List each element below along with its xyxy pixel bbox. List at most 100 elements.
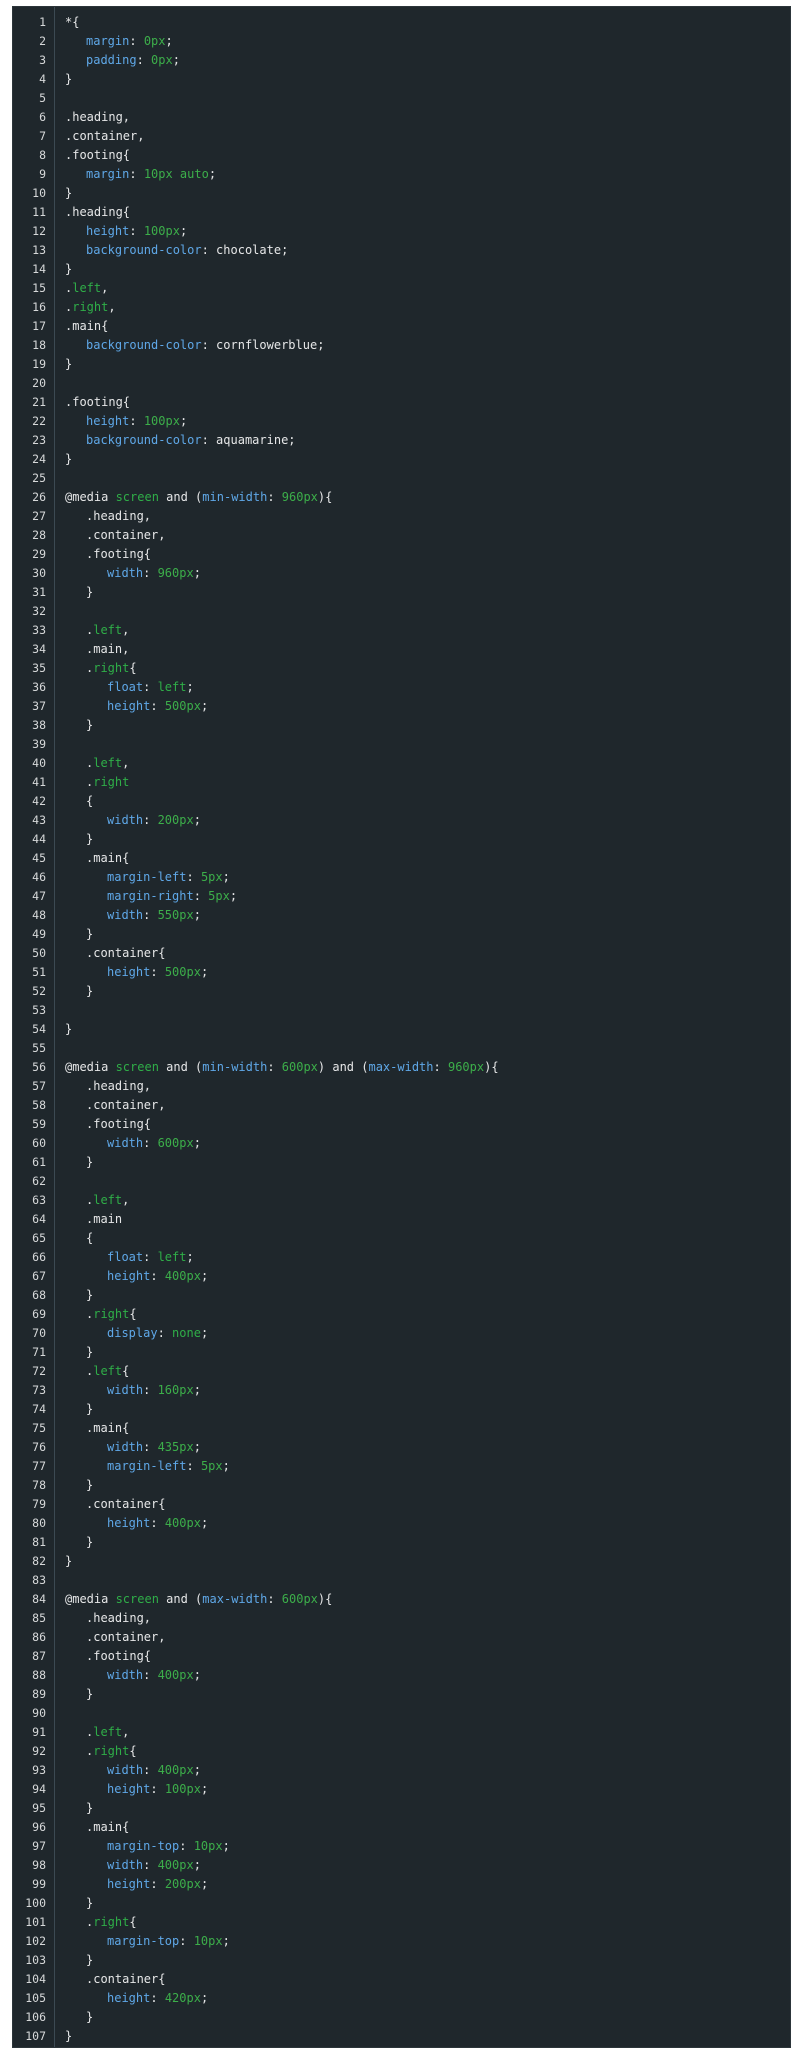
code-line[interactable]: 68}	[13, 1286, 790, 1305]
code-line[interactable]: 27 .heading,	[13, 507, 790, 526]
code-line[interactable]: 20	[13, 374, 790, 393]
code-line[interactable]: 95}	[13, 1799, 790, 1818]
code-line[interactable]: 35 .right{	[13, 659, 790, 678]
code-line[interactable]: 107}	[13, 2027, 790, 2046]
code-line[interactable]: 40 .left,	[13, 754, 790, 773]
code-line[interactable]: 80 height: 400px;	[13, 1514, 790, 1533]
code-line[interactable]: 81}	[13, 1533, 790, 1552]
code-line[interactable]: 9 margin: 10px auto;	[13, 165, 790, 184]
code-line[interactable]: 22 height: 100px;	[13, 412, 790, 431]
code-line[interactable]: 78}	[13, 1476, 790, 1495]
code-line[interactable]: 79 .container{	[13, 1495, 790, 1514]
code-line[interactable]: 92 .right{	[13, 1742, 790, 1761]
code-line[interactable]: 60 width: 600px;	[13, 1134, 790, 1153]
code-line[interactable]: 76 width: 435px;	[13, 1438, 790, 1457]
code-line[interactable]: 29 .footing{	[13, 545, 790, 564]
code-line[interactable]: 18 background-color: cornflowerblue;	[13, 336, 790, 355]
code-line[interactable]: 85 .heading,	[13, 1609, 790, 1628]
code-line[interactable]: 104 .container{	[13, 1970, 790, 1989]
code-line[interactable]: 45 .main{	[13, 849, 790, 868]
code-line[interactable]: 83	[13, 1571, 790, 1590]
code-line[interactable]: 50 .container{	[13, 944, 790, 963]
code-line[interactable]: 3 padding: 0px;	[13, 51, 790, 70]
code-line[interactable]: 101 .right{	[13, 1913, 790, 1932]
code-line[interactable]: 54}	[13, 1020, 790, 1039]
code-line[interactable]: 19}	[13, 355, 790, 374]
code-line[interactable]: 64 .main	[13, 1210, 790, 1229]
code-line[interactable]: 1 *{	[13, 13, 790, 32]
code-line[interactable]: 55	[13, 1039, 790, 1058]
code-line[interactable]: 53	[13, 1001, 790, 1020]
code-line[interactable]: 56 @media screen and (min-width: 600px) a…	[13, 1058, 790, 1077]
code-line[interactable]: 44}	[13, 830, 790, 849]
code-line[interactable]: 93 width: 400px;	[13, 1761, 790, 1780]
code-line[interactable]: 43 width: 200px;	[13, 811, 790, 830]
code-line[interactable]: 87 .footing{	[13, 1647, 790, 1666]
code-line[interactable]: 98 width: 400px;	[13, 1856, 790, 1875]
code-line[interactable]: 38}	[13, 716, 790, 735]
code-line[interactable]: 37 height: 500px;	[13, 697, 790, 716]
code-line[interactable]: 66 float: left;	[13, 1248, 790, 1267]
code-line[interactable]: 41 .right	[13, 773, 790, 792]
code-line[interactable]: 24}	[13, 450, 790, 469]
code-line[interactable]: 58 .container,	[13, 1096, 790, 1115]
code-line[interactable]: 34 .main,	[13, 640, 790, 659]
code-line[interactable]: 69 .right{	[13, 1305, 790, 1324]
code-line[interactable]: 28 .container,	[13, 526, 790, 545]
code-line[interactable]: 70 display: none;	[13, 1324, 790, 1343]
code-line[interactable]: 31}	[13, 583, 790, 602]
code-line[interactable]: 11 .heading{	[13, 203, 790, 222]
code-line[interactable]: 59 .footing{	[13, 1115, 790, 1134]
code-line[interactable]: 84 @media screen and (max-width: 600px){	[13, 1590, 790, 1609]
code-line[interactable]: 89}	[13, 1685, 790, 1704]
code-line[interactable]: 47 margin-right: 5px;	[13, 887, 790, 906]
code-line[interactable]: 86 .container,	[13, 1628, 790, 1647]
code-line[interactable]: 26 @media screen and (min-width: 960px){	[13, 488, 790, 507]
code-line[interactable]: 12 height: 100px;	[13, 222, 790, 241]
code-line[interactable]: 51 height: 500px;	[13, 963, 790, 982]
code-line[interactable]: 15 .left,	[13, 279, 790, 298]
code-line[interactable]: 14}	[13, 260, 790, 279]
code-line[interactable]: 62	[13, 1172, 790, 1191]
code-line[interactable]: 61}	[13, 1153, 790, 1172]
code-line[interactable]: 99 height: 200px;	[13, 1875, 790, 1894]
code-line[interactable]: 57 .heading,	[13, 1077, 790, 1096]
code-line[interactable]: 42 {	[13, 792, 790, 811]
code-line[interactable]: 16 .right,	[13, 298, 790, 317]
code-line[interactable]: 91 .left,	[13, 1723, 790, 1742]
code-line[interactable]: 21 .footing{	[13, 393, 790, 412]
code-line[interactable]: 25	[13, 469, 790, 488]
code-lines[interactable]: 1 *{2 margin: 0px; 3 padding: 0px; 4} 5 6 .headi…	[13, 13, 790, 2046]
code-line[interactable]: 4}	[13, 70, 790, 89]
code-line[interactable]: 23 background-color: aquamarine;	[13, 431, 790, 450]
code-line[interactable]: 74}	[13, 1400, 790, 1419]
code-line[interactable]: 2 margin: 0px;	[13, 32, 790, 51]
code-line[interactable]: 32	[13, 602, 790, 621]
code-line[interactable]: 10}	[13, 184, 790, 203]
code-line[interactable]: 33 .left,	[13, 621, 790, 640]
code-line[interactable]: 105 height: 420px;	[13, 1989, 790, 2008]
code-line[interactable]: 39	[13, 735, 790, 754]
code-line[interactable]: 75 .main{	[13, 1419, 790, 1438]
code-line[interactable]: 102 margin-top: 10px;	[13, 1932, 790, 1951]
code-line[interactable]: 65 {	[13, 1229, 790, 1248]
code-line[interactable]: 63 .left,	[13, 1191, 790, 1210]
code-line[interactable]: 6 .heading,	[13, 108, 790, 127]
code-line[interactable]: 103}	[13, 1951, 790, 1970]
code-line[interactable]: 82}	[13, 1552, 790, 1571]
code-line[interactable]: 46 margin-left: 5px;	[13, 868, 790, 887]
code-line[interactable]: 8 .footing{	[13, 146, 790, 165]
code-line[interactable]: 17 .main{	[13, 317, 790, 336]
code-line[interactable]: 96 .main{	[13, 1818, 790, 1837]
code-line[interactable]: 71}	[13, 1343, 790, 1362]
code-line[interactable]: 94 height: 100px;	[13, 1780, 790, 1799]
code-line[interactable]: 90	[13, 1704, 790, 1723]
code-line[interactable]: 5	[13, 89, 790, 108]
code-line[interactable]: 73 width: 160px;	[13, 1381, 790, 1400]
code-editor[interactable]: 1 *{2 margin: 0px; 3 padding: 0px; 4} 5 6 .headi…	[12, 6, 791, 2048]
code-line[interactable]: 49}	[13, 925, 790, 944]
code-line[interactable]: 88 width: 400px;	[13, 1666, 790, 1685]
code-line[interactable]: 30 width: 960px;	[13, 564, 790, 583]
code-line[interactable]: 67 height: 400px;	[13, 1267, 790, 1286]
code-line[interactable]: 52}	[13, 982, 790, 1001]
